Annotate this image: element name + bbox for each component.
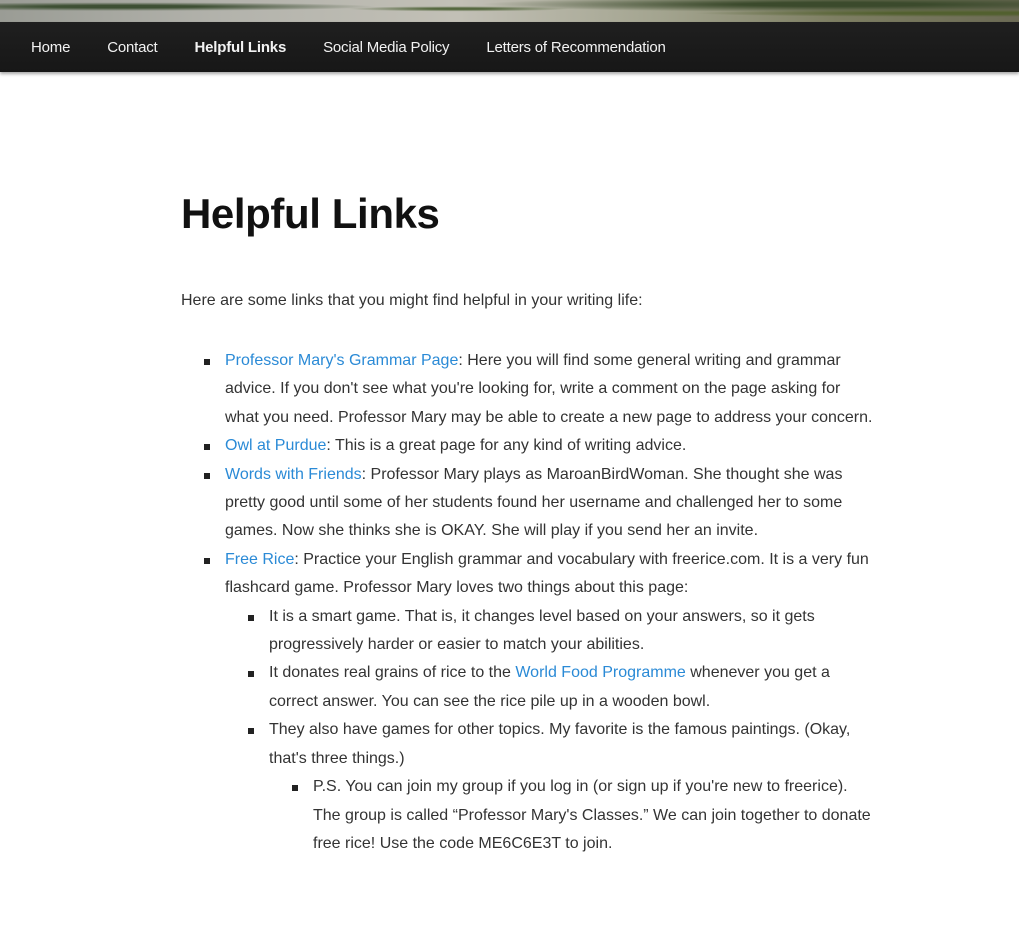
- page-title: Helpful Links: [181, 190, 440, 237]
- list-item: Free Rice: Practice your English grammar…: [181, 546, 876, 858]
- list-item: It donates real grains of rice to the Wo…: [225, 659, 876, 716]
- freerice-sublist: It is a smart game. That is, it changes …: [225, 603, 876, 859]
- nav-contact[interactable]: Contact: [107, 39, 157, 56]
- nav-letters-of-recommendation[interactable]: Letters of Recommendation: [486, 39, 665, 56]
- page-content: Helpful Links Here are some links that y…: [181, 190, 876, 858]
- nav-home[interactable]: Home: [31, 39, 70, 56]
- list-item-text: It donates real grains of rice to the: [269, 664, 516, 682]
- list-item-text: : Practice your English grammar and voca…: [225, 550, 869, 597]
- list-item-text: It is a smart game. That is, it changes …: [269, 607, 815, 654]
- grammar-page-link[interactable]: Professor Mary's Grammar Page: [225, 352, 458, 369]
- main-nav: Home Contact Helpful Links Social Media …: [0, 22, 1019, 72]
- links-list: Professor Mary's Grammar Page: Here you …: [181, 347, 876, 858]
- list-item-text: P.S. You can join my group if you log in…: [313, 778, 871, 852]
- intro-text: Here are some links that you might find …: [181, 292, 643, 309]
- list-item-text: They also have games for other topics. M…: [269, 721, 851, 767]
- list-item: Owl at Purdue: This is a great page for …: [181, 432, 876, 460]
- nav-social-media-policy[interactable]: Social Media Policy: [323, 39, 449, 56]
- world-food-programme-link[interactable]: World Food Programme: [515, 664, 685, 681]
- list-item: P.S. You can join my group if you log in…: [269, 773, 876, 858]
- list-item: Professor Mary's Grammar Page: Here you …: [181, 347, 876, 432]
- list-item: Words with Friends: Professor Mary plays…: [181, 461, 876, 546]
- words-with-friends-link[interactable]: Words with Friends: [225, 466, 362, 483]
- ps-sublist: P.S. You can join my group if you log in…: [269, 773, 876, 858]
- free-rice-link[interactable]: Free Rice: [225, 551, 294, 568]
- nav-helpful-links[interactable]: Helpful Links: [195, 39, 287, 56]
- owl-purdue-link[interactable]: Owl at Purdue: [225, 437, 326, 454]
- list-item: They also have games for other topics. M…: [225, 716, 876, 858]
- header-image: [0, 0, 1019, 22]
- list-item: It is a smart game. That is, it changes …: [225, 603, 876, 660]
- list-item-text: : This is a great page for any kind of w…: [326, 437, 687, 455]
